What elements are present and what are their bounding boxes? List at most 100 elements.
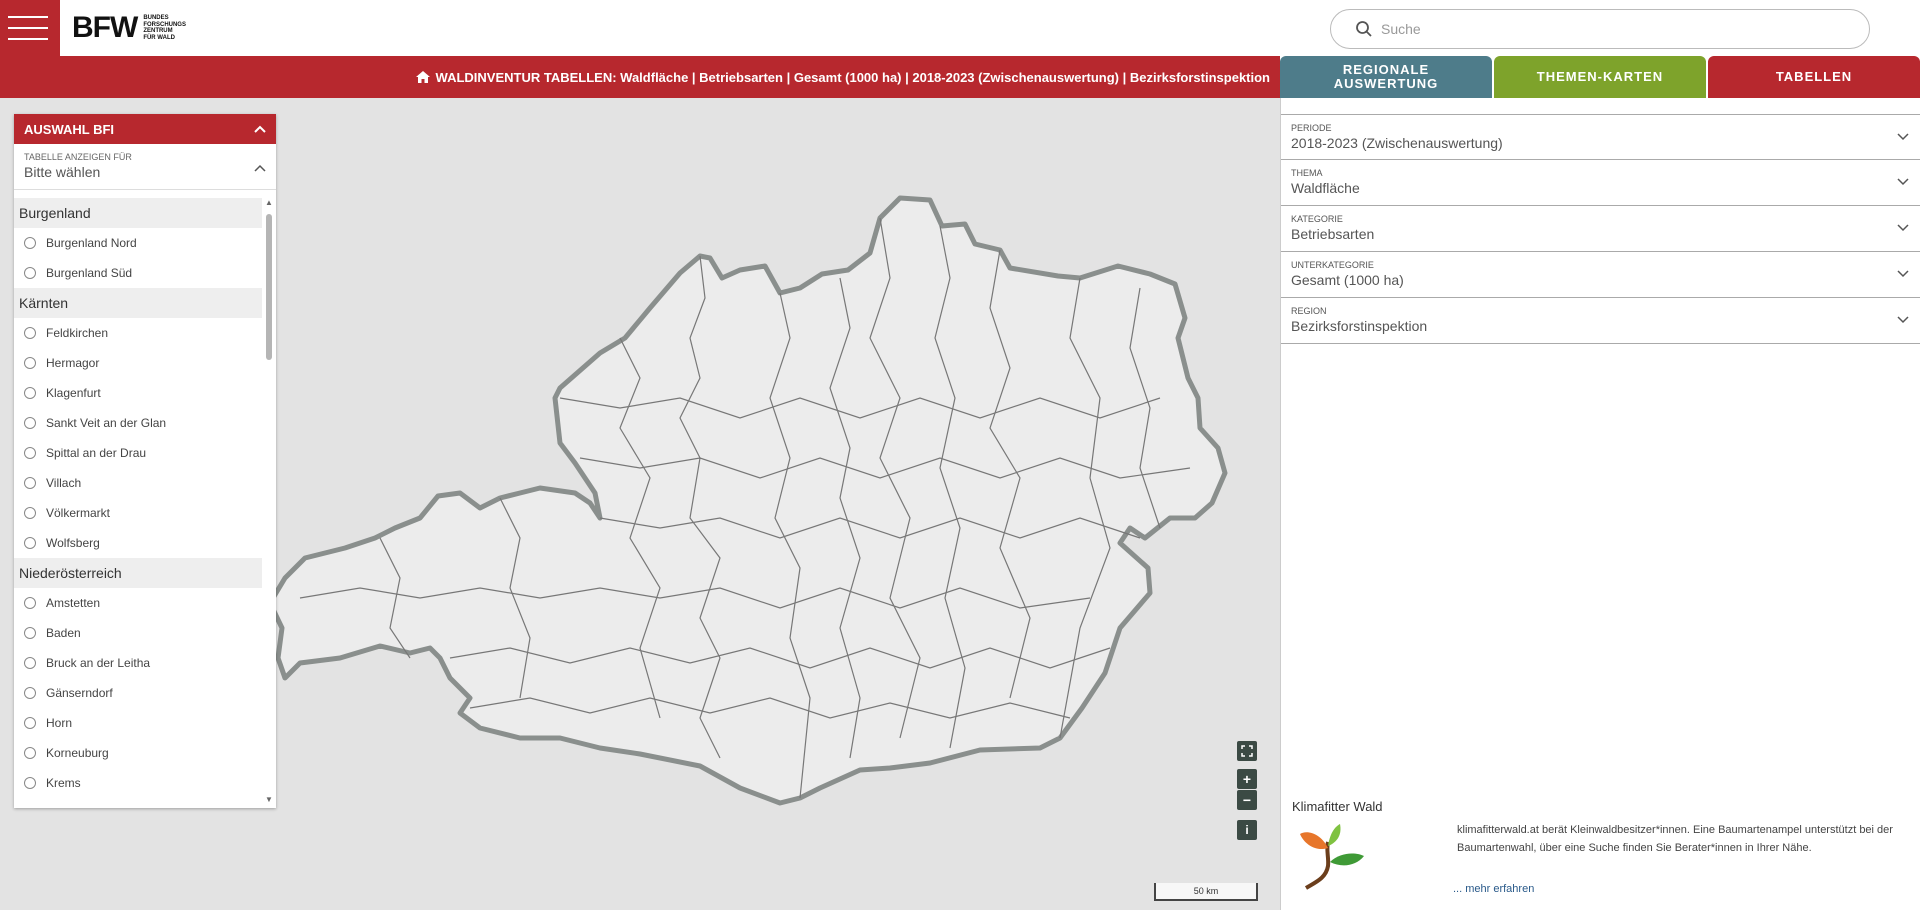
scrollbar-thumb[interactable] — [266, 214, 272, 360]
zoom-out-button[interactable]: − — [1237, 790, 1257, 810]
logo-mark: BFW — [72, 11, 138, 44]
tab-themenkarten[interactable]: THEMEN-KARTEN — [1494, 56, 1706, 98]
menu-button[interactable] — [0, 0, 60, 56]
radio-button[interactable] — [24, 747, 36, 759]
list-item[interactable]: Villach — [14, 468, 262, 498]
chevron-up-icon[interactable] — [254, 125, 266, 133]
radio-button[interactable] — [24, 507, 36, 519]
scrollbar[interactable]: ▲ ▼ — [264, 198, 274, 804]
list-item-label: Wolfsberg — [46, 536, 100, 550]
radio-button[interactable] — [24, 687, 36, 699]
list-item[interactable]: Hermagor — [14, 348, 262, 378]
list-item-label: Feldkirchen — [46, 326, 109, 340]
tab-tabellen[interactable]: TABELLEN — [1708, 56, 1920, 98]
filter-periode[interactable]: PERIODE 2018-2023 (Zwischenauswertung) — [1281, 114, 1920, 160]
more-info-link[interactable]: ... mehr erfahren — [1453, 883, 1534, 895]
filter-label: KATEGORIE — [1291, 214, 1343, 224]
hamburger-icon-line — [8, 27, 48, 29]
main-tabs: REGIONALE AUSWERTUNG THEMEN-KARTEN TABEL… — [1280, 56, 1920, 98]
filter-thema[interactable]: THEMA Waldfläche — [1281, 160, 1920, 206]
list-item[interactable]: Krems — [14, 768, 262, 798]
promo-text: klimafitterwald.at berät Kleinwaldbesitz… — [1457, 824, 1893, 854]
filter-region[interactable]: REGION Bezirksforstinspektion — [1281, 298, 1920, 344]
radio-button[interactable] — [24, 627, 36, 639]
filter-label: THEMA — [1291, 168, 1323, 178]
scale-bar: 50 km — [1154, 883, 1258, 901]
list-item-label: Klagenfurt — [46, 386, 101, 400]
radio-button[interactable] — [24, 417, 36, 429]
list-item[interactable]: Wolfsberg — [14, 528, 262, 558]
filter-value: Bezirksforstinspektion — [1291, 318, 1428, 334]
filter-value: Waldfläche — [1291, 180, 1360, 196]
radio-button[interactable] — [24, 357, 36, 369]
radio-button[interactable] — [24, 777, 36, 789]
tree-sprout-icon — [1300, 824, 1364, 890]
bfi-selection-panel: AUSWAHL BFI TABELLE ANZEIGEN FÜR Bitte w… — [14, 114, 276, 808]
radio-button[interactable] — [24, 447, 36, 459]
filter-label: PERIODE — [1291, 123, 1332, 133]
list-item[interactable]: Feldkirchen — [14, 318, 262, 348]
list-item[interactable]: Amstetten — [14, 588, 262, 618]
search-box[interactable] — [1330, 9, 1870, 49]
zoom-in-button[interactable]: + — [1237, 769, 1257, 789]
filter-unterkategorie[interactable]: UNTERKATEGORIE Gesamt (1000 ha) — [1281, 252, 1920, 298]
filter-value: Betriebsarten — [1291, 226, 1375, 242]
list-group-header: Niederösterreich — [14, 558, 262, 588]
list-item[interactable]: Baden — [14, 618, 262, 648]
list-item-label: Krems — [46, 776, 81, 790]
list-item[interactable]: Bruck an der Leitha — [14, 648, 262, 678]
list-item-label: Korneuburg — [46, 746, 109, 760]
radio-button[interactable] — [24, 537, 36, 549]
list-item[interactable]: Korneuburg — [14, 738, 262, 768]
filter-value: 2018-2023 (Zwischenauswertung) — [1291, 135, 1503, 151]
list-item[interactable]: Burgenland Nord — [14, 228, 262, 258]
radio-button[interactable] — [24, 387, 36, 399]
filter-panel: PERIODE 2018-2023 (Zwischenauswertung) T… — [1280, 98, 1920, 910]
info-button[interactable]: i — [1237, 820, 1257, 840]
list-item[interactable]: Spittal an der Drau — [14, 438, 262, 468]
chevron-down-icon — [1897, 178, 1909, 186]
radio-button[interactable] — [24, 267, 36, 279]
home-icon[interactable] — [415, 71, 430, 83]
panel-title: AUSWAHL BFI — [24, 121, 115, 137]
scroll-down-icon[interactable]: ▼ — [265, 795, 273, 804]
bfw-logo[interactable]: BFW BUNDES FORSCHUNGS ZENTRUM FÜR WALD — [72, 10, 186, 46]
page-title: WALDINVENTUR TABELLEN: Waldfläche | Betr… — [435, 69, 1270, 85]
filter-kategorie[interactable]: KATEGORIE Betriebsarten — [1281, 206, 1920, 252]
radio-button[interactable] — [24, 237, 36, 249]
radio-button[interactable] — [24, 717, 36, 729]
list-item-label: Spittal an der Drau — [46, 446, 147, 460]
list-item[interactable]: Klagenfurt — [14, 378, 262, 408]
search-icon — [1356, 21, 1372, 37]
list-item[interactable]: Gänserndorf — [14, 678, 262, 708]
table-select[interactable]: TABELLE ANZEIGEN FÜR Bitte wählen — [14, 144, 276, 190]
list-item-label: Baden — [46, 626, 81, 640]
top-header: BFW BUNDES FORSCHUNGS ZENTRUM FÜR WALD — [0, 0, 1920, 56]
list-item[interactable]: Burgenland Süd — [14, 258, 262, 288]
list-item[interactable]: Völkermarkt — [14, 498, 262, 528]
list-item-label: Gänserndorf — [46, 686, 113, 700]
list-item-label: Amstetten — [46, 596, 101, 610]
chevron-down-icon — [1897, 133, 1909, 141]
tab-regionale-auswertung[interactable]: REGIONALE AUSWERTUNG — [1280, 56, 1492, 98]
radio-button[interactable] — [24, 477, 36, 489]
list-item[interactable]: Sankt Veit an der Glan — [14, 408, 262, 438]
hamburger-icon-line — [8, 38, 48, 40]
filter-label: REGION — [1291, 306, 1327, 316]
list-item-label: Hermagor — [46, 356, 100, 370]
search-input[interactable] — [1381, 21, 1851, 37]
bfi-list[interactable]: Burgenland Burgenland Nord Burgenland Süd K… — [14, 198, 262, 804]
radio-button[interactable] — [24, 657, 36, 669]
panel-header[interactable]: AUSWAHL BFI — [14, 114, 276, 144]
fullscreen-button[interactable] — [1237, 741, 1257, 761]
list-item-label: Burgenland Süd — [46, 266, 133, 280]
list-item[interactable]: Horn — [14, 708, 262, 738]
title-bar: WALDINVENTUR TABELLEN: Waldfläche | Betr… — [0, 56, 1280, 98]
list-item-label: Völkermarkt — [46, 506, 111, 520]
list-item-label: Horn — [46, 716, 73, 730]
table-select-label: TABELLE ANZEIGEN FÜR — [24, 152, 132, 162]
list-item-label: Burgenland Nord — [46, 236, 137, 250]
radio-button[interactable] — [24, 327, 36, 339]
scroll-up-icon[interactable]: ▲ — [265, 198, 273, 207]
radio-button[interactable] — [24, 597, 36, 609]
